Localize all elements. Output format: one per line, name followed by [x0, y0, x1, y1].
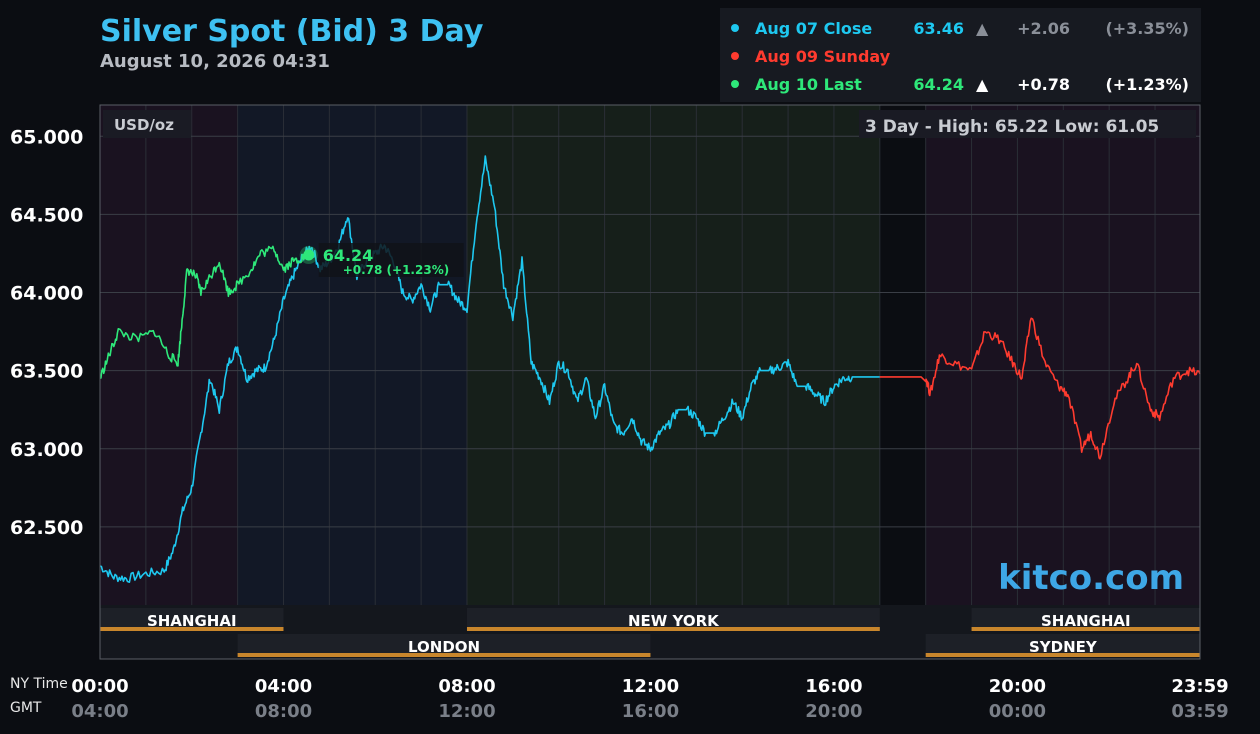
legend-percent: (+3.35%) — [1105, 19, 1189, 38]
legend-percent: (+1.23%) — [1105, 75, 1189, 94]
x-tick-label-gmt: 16:00 — [622, 701, 679, 722]
last-price-change: +0.78 (+1.23%) — [343, 263, 450, 277]
x-tick-label-gmt: 20:00 — [805, 701, 862, 722]
x-tick-label-gmt: 03:59 — [1171, 701, 1228, 722]
legend-label: Aug 07 Close — [755, 19, 872, 38]
last-price-marker — [303, 249, 315, 261]
market-closed-gap — [879, 105, 926, 659]
session-label: NEW YORK — [628, 612, 720, 630]
x-tick-label-gmt: 00:00 — [989, 701, 1046, 722]
y-tick-label: 65.000 — [10, 126, 83, 148]
session-shading — [237, 105, 467, 605]
x-tick-label-ny: 00:00 — [71, 676, 128, 697]
legend-label: Aug 09 Sunday — [755, 47, 891, 66]
legend-arrow: ▲ — [976, 19, 989, 38]
x-tick-label-gmt: 12:00 — [438, 701, 495, 722]
legend-value: 64.24 — [913, 75, 964, 94]
gmt-axis-label: GMT — [10, 700, 42, 716]
x-tick-label-ny: 08:00 — [438, 676, 495, 697]
brand-watermark: kitco.com — [998, 558, 1184, 598]
session-label: LONDON — [408, 638, 480, 656]
x-tick-label-ny: 20:00 — [989, 676, 1046, 697]
unit-label: USD/oz — [114, 116, 174, 134]
range-label: 3 Day - High: 65.22 Low: 61.05 — [865, 117, 1159, 137]
legend-change: +0.78 — [1017, 75, 1070, 94]
chart-title: Silver Spot (Bid) 3 Day — [100, 14, 484, 49]
legend-row: Aug 09 Sunday — [731, 47, 891, 66]
legend-dot — [731, 24, 739, 32]
legend-dot — [731, 80, 739, 88]
legend-value: 63.46 — [913, 19, 964, 38]
legend: Aug 07 Close 63.46 ▲ +2.06 (+3.35%) Aug 09 Su… — [720, 8, 1201, 102]
legend-dot — [731, 52, 739, 60]
session-shading — [466, 105, 880, 605]
x-tick-label-ny: 12:00 — [622, 676, 679, 697]
legend-arrow: ▲ — [976, 75, 989, 94]
chart-svg: Silver Spot (Bid) 3 Day August 10, 2026 … — [10, 8, 1229, 722]
x-tick-label-gmt: 08:00 — [255, 701, 312, 722]
chart-timestamp: August 10, 2026 04:31 — [100, 51, 330, 72]
ny-time-axis-label: NY Time — [10, 676, 68, 692]
session-shading — [100, 105, 238, 605]
session-label: SYDNEY — [1029, 638, 1098, 656]
x-tick-label-gmt: 04:00 — [71, 701, 128, 722]
y-tick-label: 64.500 — [10, 204, 83, 226]
y-tick-label: 63.000 — [10, 439, 83, 461]
legend-change: +2.06 — [1017, 19, 1070, 38]
y-tick-label: 62.500 — [10, 517, 83, 539]
y-tick-label: 63.500 — [10, 361, 83, 383]
legend-label: Aug 10 Last — [755, 75, 862, 94]
x-tick-label-ny: 16:00 — [805, 676, 862, 697]
legend-row: Aug 07 Close 63.46 ▲ +2.06 (+3.35%) — [731, 19, 1189, 38]
x-tick-label-ny: 23:59 — [1171, 676, 1228, 697]
session-label: SHANGHAI — [147, 612, 237, 630]
legend-row: Aug 10 Last 64.24 ▲ +0.78 (+1.23%) — [731, 75, 1189, 94]
y-tick-label: 64.000 — [10, 283, 83, 305]
x-tick-label-ny: 04:00 — [255, 676, 312, 697]
session-label: SHANGHAI — [1041, 612, 1131, 630]
